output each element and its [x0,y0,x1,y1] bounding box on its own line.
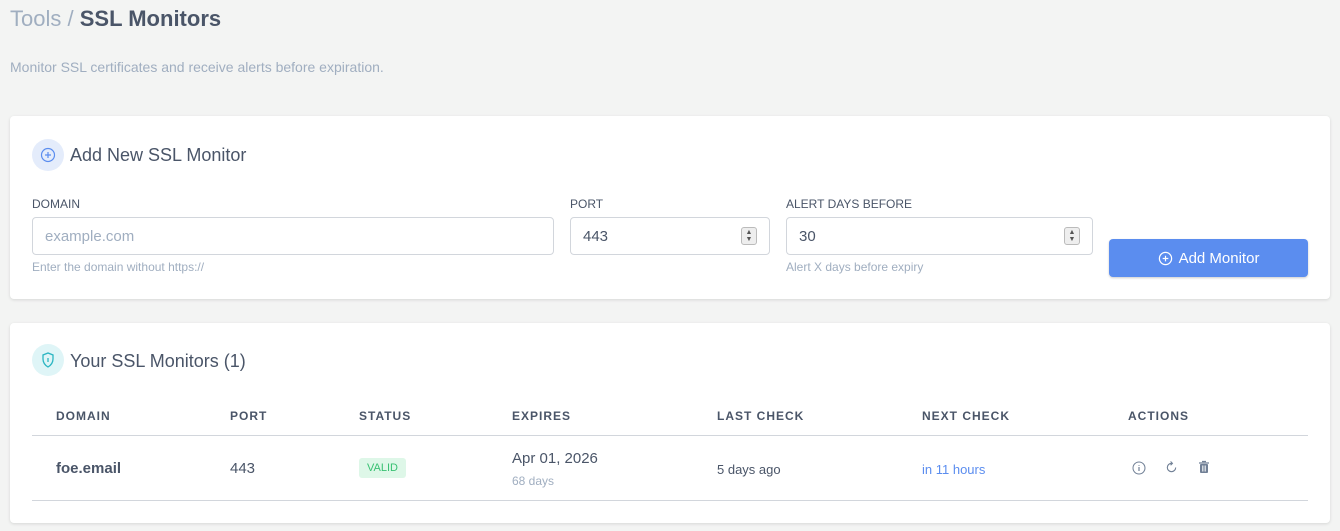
port-value: 443 [583,227,609,245]
add-monitor-label: Add Monitor [1178,249,1260,267]
row-expires-in: 68 days [512,474,555,488]
monitors-card: Your SSL Monitors (1) [10,323,1330,523]
info-icon[interactable] [1132,461,1146,475]
add-monitor-title: Add New SSL Monitor [70,145,247,165]
page-subtitle: Monitor SSL certificates and receive ale… [10,59,384,75]
page-title: SSL Monitors [79,6,222,31]
breadcrumb-root[interactable]: Tools [10,6,61,31]
alert-days-stepper[interactable]: ▲ ▼ [1064,227,1080,245]
col-last-check: LAST CHECK [717,409,805,423]
alert-days-label: ALERT DAYS BEFORE [786,197,913,211]
monitors-title: Your SSL Monitors (1) [70,351,246,371]
row-last-check: 5 days ago [717,462,781,477]
add-monitor-button[interactable]: Add Monitor [1109,239,1308,277]
col-domain: DOMAIN [56,409,111,423]
port-stepper[interactable]: ▲ ▼ [741,227,757,245]
alert-days-value: 30 [799,227,816,245]
table-row-divider [32,500,1308,501]
table-header-divider [32,435,1308,436]
plus-circle-icon [1158,251,1172,265]
col-status: STATUS [359,409,412,423]
col-port: PORT [230,409,268,423]
row-expires: Apr 01, 2026 [512,450,598,467]
trash-icon[interactable] [1198,460,1210,474]
domain-label: DOMAIN [32,197,80,211]
domain-help: Enter the domain without https:// [32,260,205,274]
port-input[interactable]: 443 ▲ ▼ [570,217,770,255]
domain-input[interactable]: example.com [32,217,554,255]
breadcrumb: Tools / SSL Monitors [10,6,221,32]
domain-placeholder: example.com [45,227,135,245]
status-badge: VALID [359,458,406,478]
plus-circle-icon [32,139,64,171]
row-domain: foe.email [56,460,122,477]
row-next-check[interactable]: in 11 hours [922,462,985,477]
port-label: PORT [570,197,604,211]
col-expires: EXPIRES [512,409,572,423]
col-actions: ACTIONS [1128,409,1189,423]
breadcrumb-separator: / [67,6,74,31]
col-next-check: NEXT CHECK [922,409,1011,423]
alert-days-input[interactable]: 30 ▲ ▼ [786,217,1093,255]
shield-icon [32,344,64,376]
row-port: 443 [230,460,256,477]
alert-days-help: Alert X days before expiry [786,260,924,274]
refresh-icon[interactable] [1165,461,1178,474]
